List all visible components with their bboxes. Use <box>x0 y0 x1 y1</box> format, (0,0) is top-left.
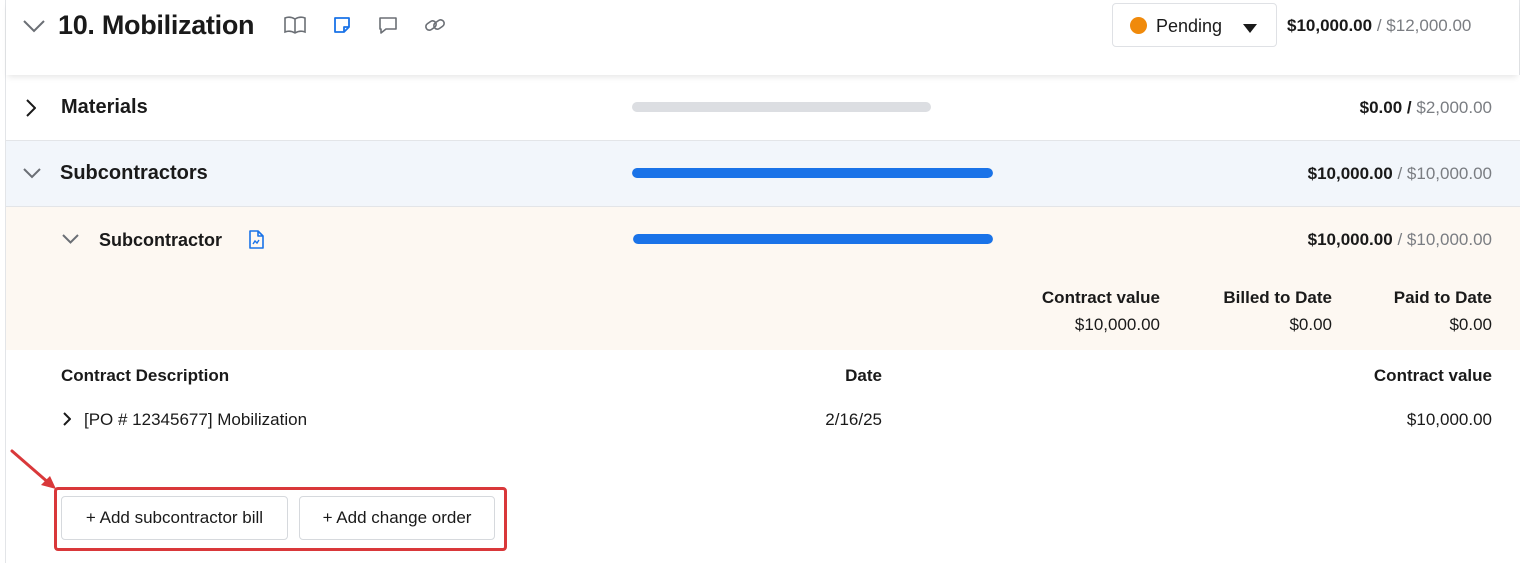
progress-fill <box>632 168 993 178</box>
row-label: Materials <box>61 96 148 118</box>
add-subcontractor-bill-button[interactable]: + Add subcontractor bill <box>61 496 288 540</box>
stat-label-billed: Billed to Date <box>1223 288 1332 307</box>
progress-bar <box>633 234 993 244</box>
contract-value: $10,000.00 <box>1406 410 1492 429</box>
column-header-date: Date <box>845 366 882 385</box>
row-amount: $10,000.00 / $10,000.00 <box>1307 164 1492 183</box>
stat-value-paid: $0.00 <box>1449 315 1492 334</box>
page-title: 10. Mobilization <box>58 10 255 40</box>
row-label: Subcontractors <box>60 162 208 184</box>
chevron-down-icon[interactable] <box>61 232 79 246</box>
status-label: Pending <box>1156 16 1223 36</box>
book-icon[interactable] <box>284 14 306 36</box>
progress-bar <box>632 168 993 178</box>
progress-fill <box>633 234 993 244</box>
progress-bar <box>632 102 931 112</box>
cost-code-header: 10. Mobilization Pending $10,000.00 / $1… <box>6 0 1519 75</box>
header-amount: $10,000.00 / $12,000.00 <box>1287 16 1472 35</box>
budget-line-panel: 10. Mobilization Pending $10,000.00 / $1… <box>0 0 1520 563</box>
caret-down-icon <box>1243 20 1257 38</box>
link-icon[interactable] <box>424 14 446 36</box>
stat-label-contract-value: Contract value <box>1041 288 1160 307</box>
document-icon[interactable] <box>247 229 265 249</box>
row-amount: $10,000.00 / $10,000.00 <box>1307 230 1492 249</box>
status-dot <box>1130 17 1147 34</box>
stat-value-contract-value: $10,000.00 <box>1074 315 1160 334</box>
chevron-right-icon[interactable] <box>24 98 38 118</box>
stat-label-paid: Paid to Date <box>1393 288 1492 307</box>
comment-icon[interactable] <box>377 14 399 36</box>
add-change-order-button[interactable]: + Add change order <box>299 496 495 540</box>
note-icon[interactable] <box>331 14 353 36</box>
row-amount: $0.00 / $2,000.00 <box>1359 98 1492 117</box>
budget-row-materials[interactable]: Materials $0.00 / $2,000.00 <box>6 75 1520 141</box>
annotation-arrow <box>8 447 60 498</box>
column-header-contract-value: Contract value <box>1373 366 1492 385</box>
chevron-right-icon[interactable] <box>62 411 72 427</box>
chevron-down-icon[interactable] <box>22 16 46 36</box>
contract-date: 2/16/25 <box>825 410 882 429</box>
column-header-description: Contract Description <box>61 366 230 385</box>
stat-value-billed: $0.00 <box>1289 315 1332 334</box>
chevron-down-icon[interactable] <box>22 165 42 181</box>
subcontractor-name: Subcontractor <box>99 230 223 250</box>
status-dropdown[interactable]: Pending <box>1112 3 1277 47</box>
budget-row-subcontractors[interactable]: Subcontractors $10,000.00 / $10,000.00 <box>6 141 1520 207</box>
contract-description: [PO # 12345677] Mobilization <box>84 410 308 429</box>
subcontractor-detail: Subcontractor $10,000.00 / $10,000.00 Co… <box>6 207 1520 350</box>
